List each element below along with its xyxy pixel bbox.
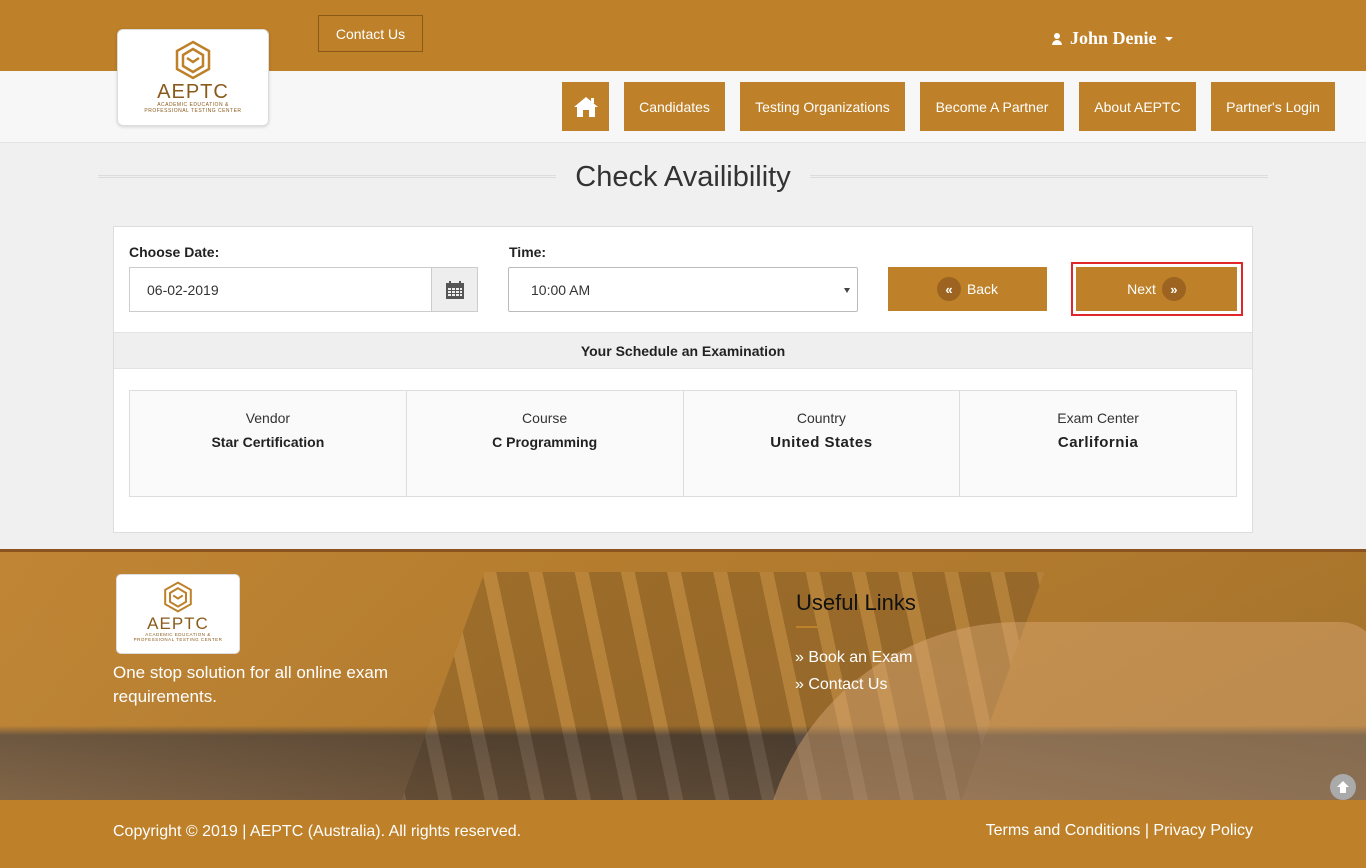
site-logo[interactable]: AEPTC Academic Education & Professional … [117, 29, 269, 126]
scroll-to-top-button[interactable] [1330, 774, 1356, 800]
privacy-link[interactable]: Privacy Policy [1153, 822, 1253, 839]
back-button[interactable]: « Back [888, 267, 1047, 311]
footer-logo-subtitle-2: Professional Testing Center [133, 637, 223, 642]
aeptc-logo-mark [164, 581, 192, 613]
schedule-value: United States [770, 434, 873, 451]
date-label: Choose Date: [129, 244, 220, 260]
schedule-table: Vendor Star Certification Course C Progr… [129, 390, 1237, 497]
footer-tagline: One stop solution for all online exam re… [113, 663, 388, 706]
heading-divider-right [810, 175, 1268, 178]
chevrons-right-icon: » [795, 649, 809, 666]
calendar-icon [445, 280, 464, 299]
logo-name: AEPTC [157, 81, 229, 103]
nav-home[interactable] [562, 82, 609, 131]
schedule-value: Carlifornia [1057, 434, 1139, 451]
select-arrow-icon [844, 288, 850, 293]
schedule-key: Course [522, 410, 568, 426]
calendar-button[interactable] [431, 267, 478, 312]
footer-link-book-exam[interactable]: » Book an Exam [795, 649, 912, 667]
nav-partners-login[interactable]: Partner's Login [1211, 82, 1335, 131]
schedule-key: Country [796, 410, 846, 426]
date-input[interactable]: 06-02-2019 [129, 267, 432, 312]
chevrons-right-icon: » [795, 676, 809, 693]
time-select-value: 10:00 AM [531, 281, 591, 298]
time-select[interactable]: 10:00 AM [508, 267, 858, 312]
nav-about-aeptc[interactable]: About AEPTC [1079, 82, 1196, 131]
footer: AEPTC Academic Education & Professional … [0, 549, 1366, 800]
useful-links-underline [796, 626, 818, 628]
caret-down-icon [1164, 36, 1173, 41]
footer-link-label: Book an Exam [808, 649, 913, 666]
schedule-cell-country: Country United States [684, 391, 961, 496]
nav-testing-organizations[interactable]: Testing Organizations [740, 82, 905, 131]
arrow-up-icon [1337, 781, 1349, 793]
schedule-key: Exam Center [1057, 410, 1139, 426]
terms-link[interactable]: Terms and Conditions [986, 822, 1141, 839]
heading-divider-left [98, 175, 556, 178]
schedule-key: Vendor [245, 410, 291, 426]
next-button[interactable]: Next » [1076, 267, 1237, 311]
back-button-label: Back [966, 281, 999, 297]
useful-links-title: Useful Links [796, 590, 916, 615]
user-icon [1052, 32, 1062, 45]
user-menu[interactable]: John Denie [1052, 28, 1173, 49]
user-name: John Denie [1070, 28, 1157, 48]
chevrons-left-icon: « [936, 277, 961, 301]
page-title: Check Availibility [556, 161, 810, 194]
copyright-text: Copyright © 2019 | AEPTC (Australia). Al… [113, 823, 522, 840]
logo-subtitle-2: Professional Testing Center [144, 108, 242, 114]
home-icon [573, 96, 598, 117]
legal-separator: | [1144, 822, 1149, 839]
schedule-heading: Your Schedule an Examination [114, 332, 1252, 369]
footer-logo-name: AEPTC [147, 614, 209, 633]
nav-candidates[interactable]: Candidates [624, 82, 725, 131]
footer-link-contact-us[interactable]: » Contact Us [795, 676, 887, 694]
footer-logo: AEPTC Academic Education & Professional … [116, 574, 240, 654]
nav-become-a-partner[interactable]: Become A Partner [920, 82, 1064, 131]
legal-links: Terms and Conditions | Privacy Policy [986, 822, 1253, 840]
chevrons-right-icon: » [1161, 277, 1186, 301]
schedule-value: Star Certification [211, 434, 325, 450]
aeptc-logo-mark [175, 40, 211, 80]
schedule-value: C Programming [492, 434, 598, 450]
time-label: Time: [509, 244, 547, 260]
next-button-label: Next [1127, 281, 1156, 297]
schedule-cell-course: Course C Programming [407, 391, 684, 496]
contact-us-button[interactable]: Contact Us [318, 15, 423, 52]
schedule-cell-exam-center: Exam Center Carlifornia [960, 391, 1236, 496]
schedule-cell-vendor: Vendor Star Certification [130, 391, 407, 496]
footer-link-label: Contact Us [808, 676, 888, 693]
